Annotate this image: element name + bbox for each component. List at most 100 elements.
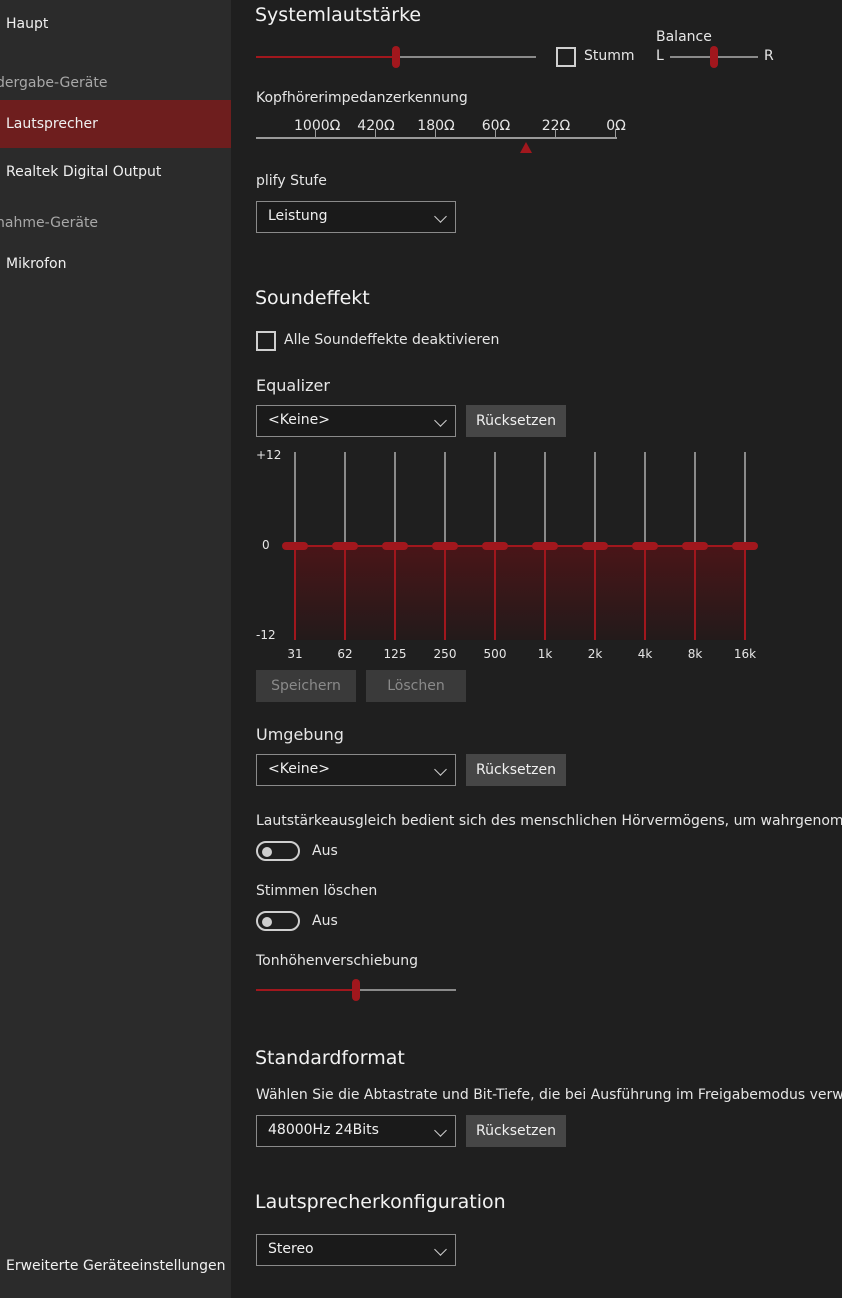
default-format-dropdown[interactable]: 48000Hz 24Bits [256,1115,456,1147]
eq-band-thumb[interactable] [532,542,558,550]
eq-band-thumb[interactable] [432,542,458,550]
eq-band-label: 16k [733,647,757,661]
eq-band-label: 500 [483,647,507,661]
equalizer-fill-area [294,546,746,640]
environment-dropdown[interactable]: <Keine> [256,754,456,786]
loudness-toggle[interactable] [256,841,300,861]
eq-band-track-upper [294,452,296,546]
equalizer-title: Equalizer [256,376,330,395]
eq-band-label: 250 [433,647,457,661]
impedance-tick [435,129,436,138]
chevron-down-icon [434,763,447,776]
eq-band-track-upper [344,452,346,546]
slider-thumb[interactable] [392,46,400,68]
eq-y-min-label: -12 [256,628,276,642]
sidebar-item-label: Realtek Digital Output [6,164,162,180]
impedance-tick-label: 0Ω [606,118,626,134]
eq-band-label: 1k [537,647,553,661]
sidebar-item-speakers[interactable]: Lautsprecher [0,100,231,148]
impedance-tick [495,129,496,138]
sidebar-item-advanced-settings[interactable]: Erweiterte Geräteeinstellungen [0,1242,231,1290]
default-format-reset-button[interactable]: Rücksetzen [466,1115,566,1147]
toggle-knob [262,917,272,927]
chevron-down-icon [434,1243,447,1256]
eq-band-label: 31 [287,647,303,661]
eq-band-thumb[interactable] [282,542,308,550]
eq-band-label: 8k [687,647,703,661]
eq-band-track-upper [444,452,446,546]
equalizer-delete-button[interactable]: Löschen [366,670,466,702]
eq-band-thumb[interactable] [632,542,658,550]
slider-thumb[interactable] [352,979,360,1001]
eq-band-thumb[interactable] [732,542,758,550]
voice-cancel-toggle[interactable] [256,911,300,931]
sidebar-category-recording: nahme-Geräte [0,215,99,231]
eq-band-track-upper [544,452,546,546]
sidebar-item-digital-output[interactable]: Realtek Digital Output [0,148,231,196]
impedance-title: Kopfhörerimpedanzerkennung [256,90,468,106]
eq-band-track-upper [744,452,746,546]
impedance-tick [375,129,376,138]
eq-band-track-lower [394,546,396,640]
toggle-knob [262,847,272,857]
impedance-tick-label: 22Ω [541,118,571,134]
eq-band-track-lower [294,546,296,640]
impedance-tick-label: 420Ω [357,118,395,134]
sidebar-item-microphone[interactable]: Mikrofon [0,240,231,288]
eq-band-label: 62 [337,647,353,661]
balance-right-label: R [764,48,774,64]
slider-thumb[interactable] [710,46,718,68]
disable-effects-checkbox[interactable] [256,331,276,351]
equalizer-save-button[interactable]: Speichern [256,670,356,702]
environment-reset-button[interactable]: Rücksetzen [466,754,566,786]
amplify-dropdown[interactable]: Leistung [256,201,456,233]
impedance-axis [256,137,617,139]
balance-label: Balance [656,29,712,45]
dropdown-value: 48000Hz 24Bits [268,1122,379,1138]
eq-band-track-lower [544,546,546,640]
sidebar-item-main[interactable]: Haupt [0,0,231,48]
default-format-title: Standardformat [255,1047,405,1069]
balance-left-label: L [656,48,664,64]
loudness-description: Lautstärkeausgleich bedient sich des men… [256,813,842,829]
dropdown-value: Stereo [268,1241,314,1257]
sidebar-category-playback: dergabe-Geräte [0,75,108,91]
speaker-config-title: Lautsprecherkonfiguration [255,1191,506,1213]
impedance-tick [315,129,316,138]
slider-fill [256,56,396,58]
amplify-title: plify Stufe [256,173,327,189]
eq-band-label: 125 [383,647,407,661]
sidebar: Haupt dergabe-Geräte Lautsprecher Realte… [0,0,231,1298]
eq-band-track-lower [644,546,646,640]
eq-band-label: 2k [587,647,603,661]
sidebar-item-label: Lautsprecher [6,116,98,132]
mute-checkbox[interactable] [556,47,576,67]
eq-band-thumb[interactable] [332,542,358,550]
equalizer-preset-dropdown[interactable]: <Keine> [256,405,456,437]
chevron-down-icon [434,1124,447,1137]
impedance-marker [520,142,532,153]
equalizer-reset-button[interactable]: Rücksetzen [466,405,566,437]
dropdown-value: <Keine> [268,412,330,428]
voice-cancel-title: Stimmen löschen [256,883,378,899]
eq-band-thumb[interactable] [482,542,508,550]
slider-fill [256,989,356,991]
eq-band-track-upper [594,452,596,546]
dropdown-value: <Keine> [268,761,330,777]
impedance-tick [555,129,556,138]
impedance-tick-label: 60Ω [481,118,511,134]
disable-effects-label: Alle Soundeffekte deaktivieren [284,332,500,348]
eq-band-track-lower [744,546,746,640]
environment-title: Umgebung [256,725,344,744]
chevron-down-icon [434,414,447,427]
voice-cancel-state: Aus [312,913,338,929]
eq-y-zero-label: 0 [262,538,270,552]
eq-band-thumb[interactable] [382,542,408,550]
dropdown-value: Leistung [268,208,328,224]
speaker-config-dropdown[interactable]: Stereo [256,1234,456,1266]
impedance-tick-label: 1000Ω [294,118,341,134]
eq-band-thumb[interactable] [682,542,708,550]
mute-label: Stumm [584,48,635,64]
eq-band-thumb[interactable] [582,542,608,550]
impedance-tick [615,129,616,138]
